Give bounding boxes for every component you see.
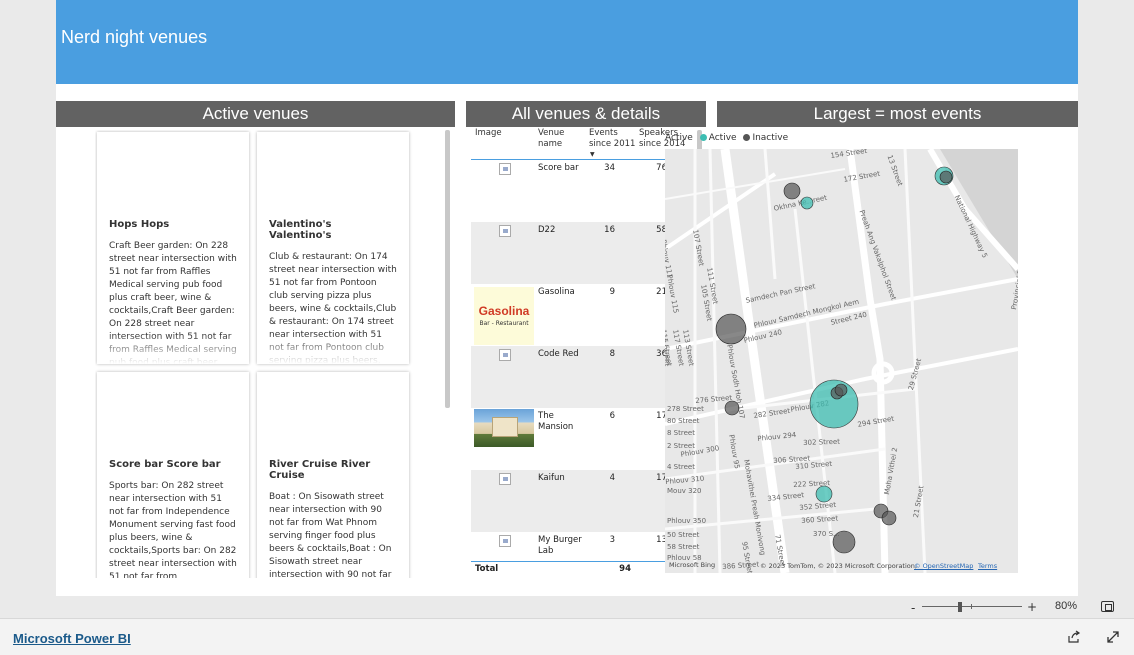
venue-name-cell: D22 (538, 225, 556, 235)
venue-card-description: Boat : On Sisowath street near intersect… (269, 492, 392, 578)
zoom-slider-tick (971, 604, 972, 609)
venue-name-cell: Score bar (538, 163, 579, 173)
venue-bubble[interactable] (815, 485, 833, 503)
venue-bubble[interactable] (783, 182, 801, 200)
table-row[interactable]: Gasolina Bar - Restaurant Gasolina 9 21 (471, 284, 691, 346)
largest-header: Largest = most events (717, 101, 1078, 127)
footer-bar (0, 618, 1134, 655)
venues-map[interactable]: 154 Street 172 Street 13 Street National Hi… (665, 149, 1018, 573)
col-header-image[interactable]: Image (475, 128, 502, 139)
fit-to-page-icon[interactable] (1101, 601, 1114, 612)
share-icon[interactable] (1067, 630, 1081, 644)
table-row[interactable]: Code Red 8 36 (471, 346, 691, 408)
zoom-out-button[interactable]: - (911, 601, 915, 615)
zoom-slider-thumb[interactable] (958, 602, 962, 612)
fullscreen-icon[interactable] (1106, 630, 1120, 644)
venue-bubble[interactable] (800, 196, 814, 210)
speakers-cell: 13 (656, 535, 667, 545)
broken-image-icon (499, 349, 511, 361)
gasolina-logo-name: Gasolina (478, 304, 530, 318)
attribution-text: © 2023 TomTom, © 2023 Microsoft Corporat… (760, 562, 917, 570)
venue-card[interactable]: Valentino's Valentino's Club & restauran… (257, 132, 409, 364)
venue-card-title: Valentino's Valentino's (269, 219, 332, 241)
venues-table: Image Venue name Events since 2011 Speak… (471, 128, 691, 578)
col-header-venue[interactable]: Venue name (538, 128, 586, 150)
speakers-cell: 21 (656, 287, 667, 297)
total-events: 94 (619, 564, 631, 574)
total-divider (471, 561, 691, 562)
venue-card-description: Sports bar: On 282 street near intersect… (109, 481, 237, 578)
zoom-in-button[interactable]: + (1027, 600, 1037, 614)
inactive-dot-icon (743, 134, 751, 141)
zoom-percent: 80% (1055, 600, 1078, 612)
venue-card[interactable]: Score bar Score bar Sports bar: On 282 s… (97, 372, 249, 578)
total-label: Total (475, 564, 499, 574)
map-legend: Active Active Inactive (665, 133, 788, 143)
venue-bubble[interactable] (715, 313, 747, 345)
speakers-cell: 76 (656, 163, 667, 173)
table-row[interactable]: The Mansion 6 17 (471, 408, 691, 470)
osm-link[interactable]: © OpenStreetMap (914, 562, 973, 570)
venue-card-title: Hops Hops (109, 219, 170, 230)
legend-title: Active (665, 133, 693, 143)
events-cell: 6 (609, 411, 615, 421)
table-row[interactable]: Kaifun 4 17 (471, 470, 691, 532)
venue-bubble[interactable] (809, 379, 859, 429)
venue-bubble[interactable] (834, 383, 848, 397)
events-cell: 16 (604, 225, 615, 235)
venue-card-title: River Cruise River Cruise (269, 459, 371, 481)
venue-bubble[interactable] (881, 510, 897, 526)
venue-bubble[interactable] (724, 400, 740, 416)
broken-image-icon (499, 163, 511, 175)
zoom-slider-track[interactable] (922, 606, 1022, 607)
cards-scrollbar[interactable] (445, 130, 450, 408)
sort-desc-icon: ▼ (590, 151, 595, 158)
active-dot-icon (699, 134, 707, 141)
venue-name-cell: Gasolina (538, 287, 575, 297)
broken-image-icon (499, 473, 511, 485)
gasolina-logo-image: Gasolina Bar - Restaurant (474, 287, 534, 345)
bing-logo: Microsoft Bing (669, 561, 716, 569)
venue-card-title: Score bar Score bar (109, 459, 221, 470)
col-header-events[interactable]: Events since 2011 (589, 128, 637, 150)
table-row[interactable]: Score bar 34 76 (471, 160, 691, 222)
venue-name-cell: The Mansion (538, 411, 574, 432)
mansion-photo (474, 409, 534, 447)
title-banner: Nerd night venues (56, 0, 1078, 84)
active-venues-header: Active venues (56, 101, 455, 127)
events-cell: 34 (604, 163, 615, 173)
venue-bubble[interactable] (939, 170, 953, 184)
gasolina-logo-sub: Bar - Restaurant (479, 320, 529, 327)
speakers-cell: 17 (656, 411, 667, 421)
events-cell: 9 (609, 287, 615, 297)
venue-name-cell: Code Red (538, 349, 579, 359)
venue-name-cell: My Burger Lab (538, 535, 582, 556)
active-venues-cards[interactable]: Hops Hops Craft Beer garden: On 228 stre… (95, 130, 415, 578)
speakers-cell: 36 (656, 349, 667, 359)
speakers-cell: 17 (656, 473, 667, 483)
all-venues-header: All venues & details (466, 101, 706, 127)
terms-link[interactable]: Terms (978, 562, 997, 570)
zoom-bar (0, 596, 1134, 618)
legend-active[interactable]: Active (709, 133, 737, 143)
venue-card[interactable]: Hops Hops Craft Beer garden: On 228 stre… (97, 132, 249, 364)
legend-inactive[interactable]: Inactive (752, 133, 788, 143)
events-cell: 4 (609, 473, 615, 483)
map-bubbles (715, 166, 954, 554)
speakers-cell: 58 (656, 225, 667, 235)
table-row[interactable]: D22 16 58 (471, 222, 691, 284)
report-title: Nerd night venues (61, 27, 208, 47)
events-cell: 3 (609, 535, 615, 545)
power-bi-link[interactable]: Microsoft Power BI (13, 631, 131, 646)
broken-image-icon (499, 535, 511, 547)
broken-image-icon (499, 225, 511, 237)
venue-bubble[interactable] (832, 530, 856, 554)
venue-card[interactable]: River Cruise River Cruise Boat : On Siso… (257, 372, 409, 578)
venue-name-cell: Kaifun (538, 473, 565, 483)
events-cell: 8 (609, 349, 615, 359)
table-row[interactable]: My Burger Lab 3 13 (471, 532, 691, 594)
